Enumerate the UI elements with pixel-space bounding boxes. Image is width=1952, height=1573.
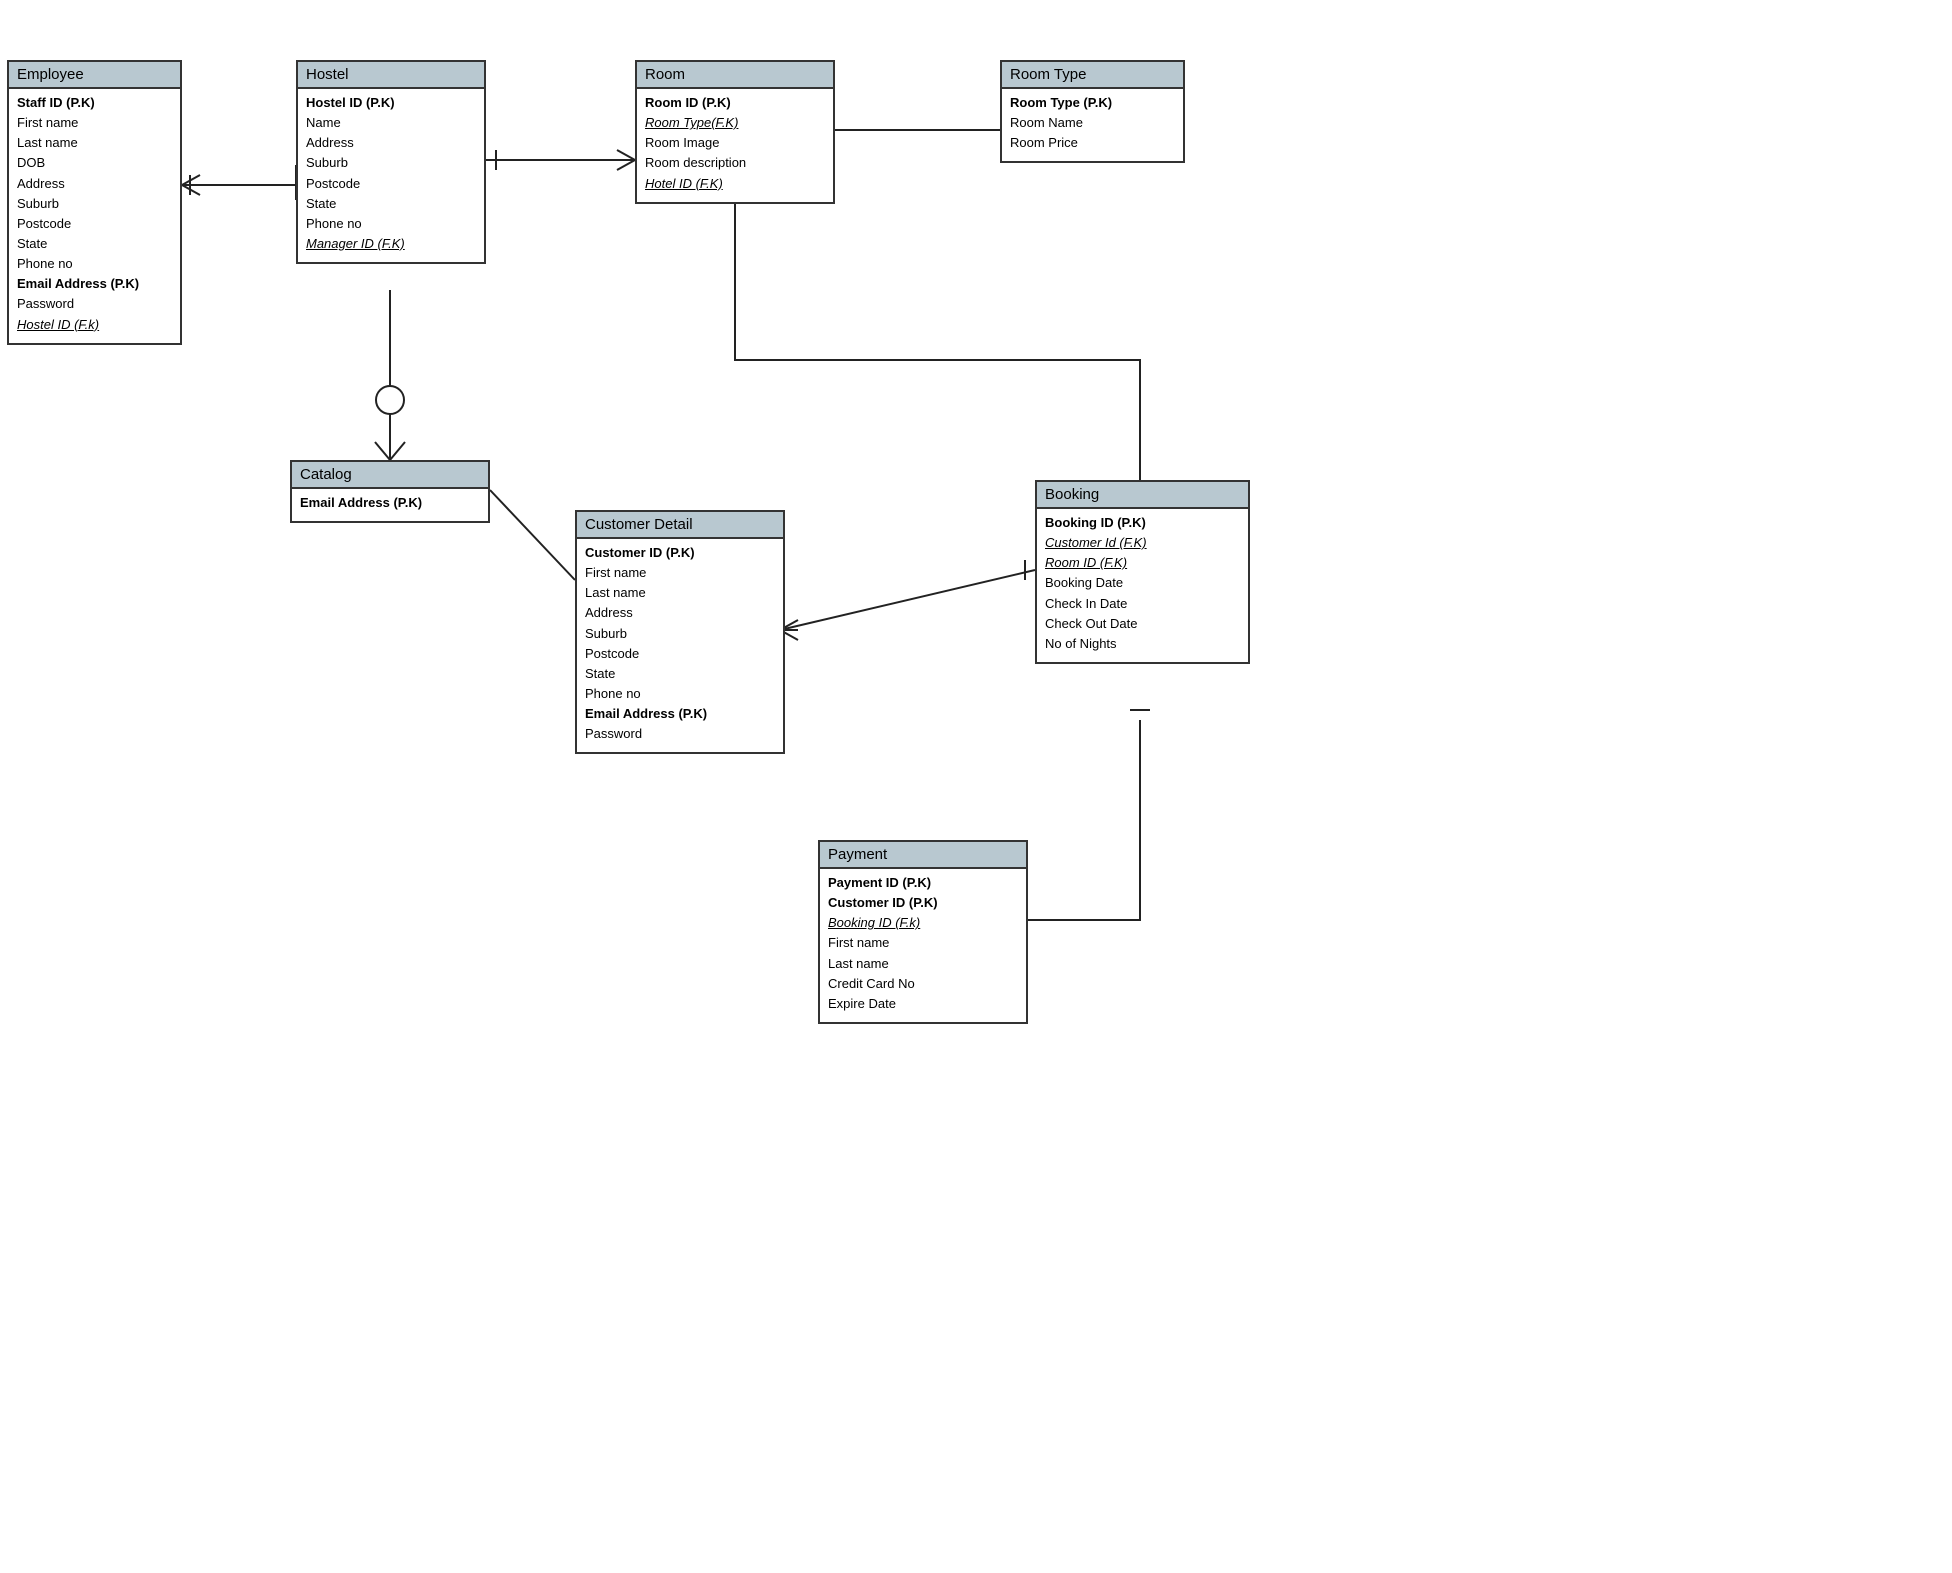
payment-field-payid: Payment ID (P.K) [828, 873, 1018, 893]
booking-field-customerid: Customer Id (F.K) [1045, 533, 1240, 553]
employee-field-lastname: Last name [17, 133, 172, 153]
catalog-header: Catalog [292, 462, 488, 489]
employee-entity: Employee Staff ID (P.K) First name Last … [7, 60, 182, 345]
employee-field-dob: DOB [17, 153, 172, 173]
payment-field-creditcard: Credit Card No [828, 974, 1018, 994]
cd-field-email: Email Address (P.K) [585, 704, 775, 724]
payment-field-lastname: Last name [828, 954, 1018, 974]
payment-field-expire: Expire Date [828, 994, 1018, 1014]
roomtype-header: Room Type [1002, 62, 1183, 89]
hostel-header: Hostel [298, 62, 484, 89]
booking-field-checkin: Check In Date [1045, 594, 1240, 614]
roomtype-body: Room Type (P.K) Room Name Room Price [1002, 89, 1183, 161]
hostel-field-name: Name [306, 113, 476, 133]
employee-field-state: State [17, 234, 172, 254]
catalog-entity: Catalog Email Address (P.K) [290, 460, 490, 523]
cd-field-lastname: Last name [585, 583, 775, 603]
room-field-hotelid: Hotel ID (F.K) [645, 174, 825, 194]
employee-field-email: Email Address (P.K) [17, 274, 172, 294]
payment-entity: Payment Payment ID (P.K) Customer ID (P.… [818, 840, 1028, 1024]
employee-field-hostelid: Hostel ID (F.k) [17, 315, 172, 335]
roomtype-field-name: Room Name [1010, 113, 1175, 133]
cd-field-state: State [585, 664, 775, 684]
payment-header: Payment [820, 842, 1026, 869]
cd-field-password: Password [585, 724, 775, 744]
employee-field-address: Address [17, 174, 172, 194]
hostel-field-managerid: Manager ID (F.K) [306, 234, 476, 254]
customerdetail-body: Customer ID (P.K) First name Last name A… [577, 539, 783, 752]
customerdetail-entity: Customer Detail Customer ID (P.K) First … [575, 510, 785, 754]
room-field-image: Room Image [645, 133, 825, 153]
catalog-field-email: Email Address (P.K) [300, 493, 480, 513]
booking-body: Booking ID (P.K) Customer Id (F.K) Room … [1037, 509, 1248, 662]
payment-field-bookingid: Booking ID (F.k) [828, 913, 1018, 933]
cd-field-phoneno: Phone no [585, 684, 775, 704]
payment-field-firstname: First name [828, 933, 1018, 953]
roomtype-field-type: Room Type (P.K) [1010, 93, 1175, 113]
booking-field-roomid: Room ID (F.K) [1045, 553, 1240, 573]
roomtype-field-price: Room Price [1010, 133, 1175, 153]
cd-field-id: Customer ID (P.K) [585, 543, 775, 563]
room-header: Room [637, 62, 833, 89]
room-field-description: Room description [645, 153, 825, 173]
hostel-field-address: Address [306, 133, 476, 153]
employee-body: Staff ID (P.K) First name Last name DOB … [9, 89, 180, 343]
employee-field-firstname: First name [17, 113, 172, 133]
hostel-entity: Hostel Hostel ID (P.K) Name Address Subu… [296, 60, 486, 264]
roomtype-entity: Room Type Room Type (P.K) Room Name Room… [1000, 60, 1185, 163]
cd-field-firstname: First name [585, 563, 775, 583]
hostel-field-id: Hostel ID (P.K) [306, 93, 476, 113]
hostel-field-state: State [306, 194, 476, 214]
hostel-field-postcode: Postcode [306, 174, 476, 194]
booking-field-nights: No of Nights [1045, 634, 1240, 654]
employee-field-phoneno: Phone no [17, 254, 172, 274]
room-field-type: Room Type(F.K) [645, 113, 825, 133]
room-field-id: Room ID (P.K) [645, 93, 825, 113]
booking-field-id: Booking ID (P.K) [1045, 513, 1240, 533]
room-entity: Room Room ID (P.K) Room Type(F.K) Room I… [635, 60, 835, 204]
payment-body: Payment ID (P.K) Customer ID (P.K) Booki… [820, 869, 1026, 1022]
connectors-svg [0, 0, 1952, 1573]
cd-field-postcode: Postcode [585, 644, 775, 664]
cd-field-address: Address [585, 603, 775, 623]
employee-field-suburb: Suburb [17, 194, 172, 214]
payment-field-custid: Customer ID (P.K) [828, 893, 1018, 913]
hostel-field-phoneno: Phone no [306, 214, 476, 234]
employee-header: Employee [9, 62, 180, 89]
booking-field-date: Booking Date [1045, 573, 1240, 593]
booking-entity: Booking Booking ID (P.K) Customer Id (F.… [1035, 480, 1250, 664]
employee-field-staffid: Staff ID (P.K) [17, 93, 172, 113]
hostel-field-suburb: Suburb [306, 153, 476, 173]
room-body: Room ID (P.K) Room Type(F.K) Room Image … [637, 89, 833, 202]
booking-field-checkout: Check Out Date [1045, 614, 1240, 634]
employee-field-postcode: Postcode [17, 214, 172, 234]
cd-field-suburb: Suburb [585, 624, 775, 644]
booking-header: Booking [1037, 482, 1248, 509]
hostel-body: Hostel ID (P.K) Name Address Suburb Post… [298, 89, 484, 262]
customerdetail-header: Customer Detail [577, 512, 783, 539]
catalog-body: Email Address (P.K) [292, 489, 488, 521]
employee-field-password: Password [17, 294, 172, 314]
